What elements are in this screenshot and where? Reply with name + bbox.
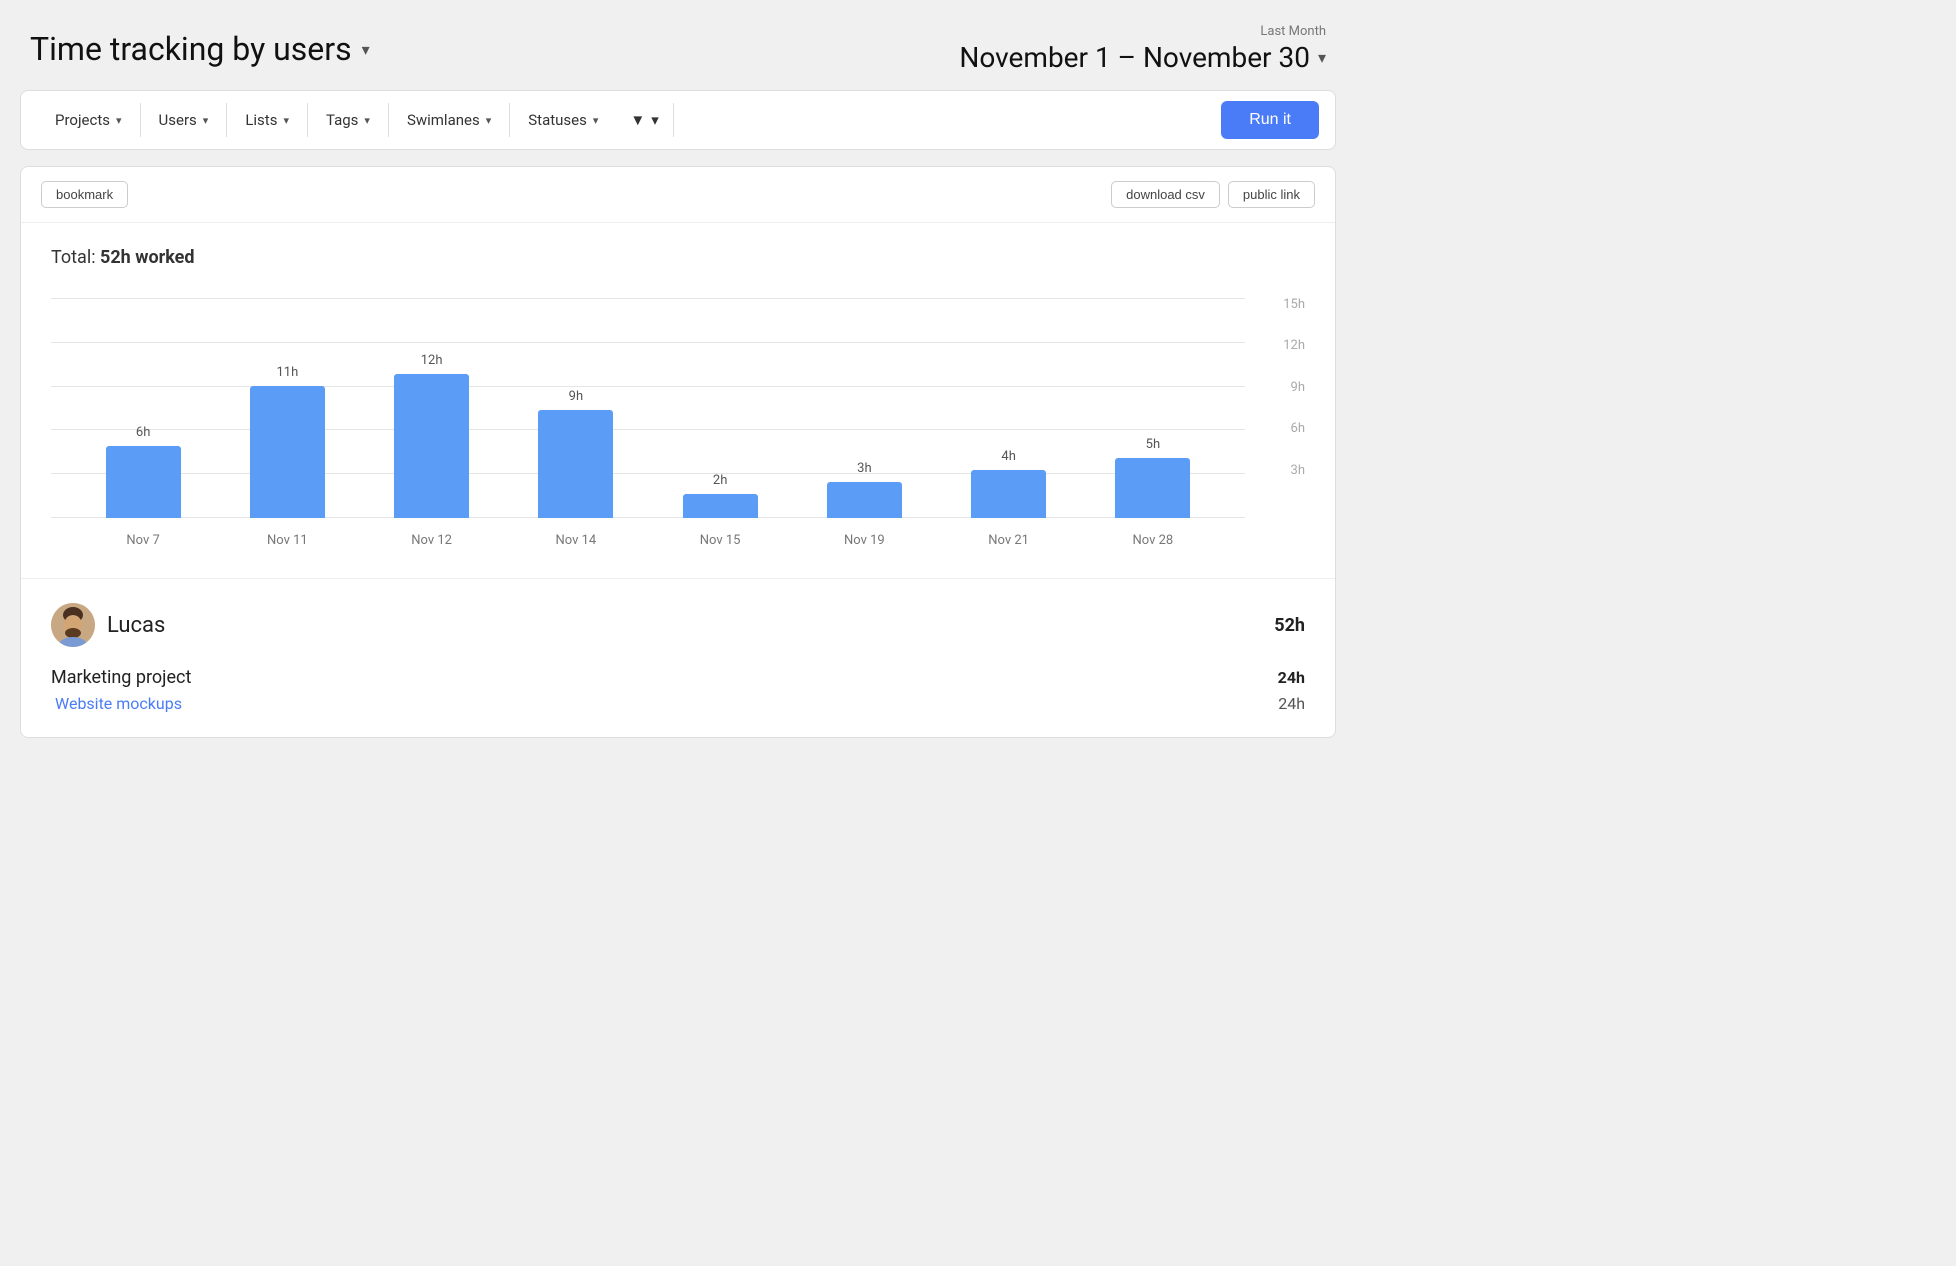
total-prefix: Total: [51, 247, 96, 268]
period-label: Last Month [959, 24, 1326, 39]
swimlanes-arrow: ▾ [486, 114, 492, 127]
project-hours: 24h [1278, 668, 1305, 687]
x-label: Nov 11 [215, 533, 359, 548]
bar [971, 470, 1046, 518]
y-axis: 15h 12h 9h 6h 3h 0h [1250, 298, 1305, 518]
x-label: Nov 12 [360, 533, 504, 548]
run-button[interactable]: Run it [1221, 101, 1319, 139]
bar-value-label: 6h [136, 425, 150, 440]
period-selector[interactable]: Last Month November 1 – November 30 ▾ [959, 24, 1326, 74]
bars-area: 6h 11h 12h 9h 2h 3h 4h 5h [51, 298, 1245, 518]
bar [106, 446, 181, 518]
x-labels: Nov 7Nov 11Nov 12Nov 14Nov 15Nov 19Nov 2… [51, 522, 1245, 558]
x-label: Nov 15 [648, 533, 792, 548]
filter-toolbar: Projects ▾ Users ▾ Lists ▾ Tags ▾ Swimla… [20, 90, 1336, 150]
bar [683, 494, 758, 518]
bar-value-label: 5h [1146, 437, 1160, 452]
advanced-filter[interactable]: ▼ ▾ [616, 103, 673, 137]
bar-chart: 15h 12h 9h 6h 3h 0h 6h 11h 12h 9h 2h 3h 4h 5h N… [51, 298, 1305, 558]
user-name: Lucas [107, 613, 165, 638]
statuses-label: Statuses [528, 111, 587, 129]
bookmark-button[interactable]: bookmark [41, 181, 128, 208]
x-label: Nov 14 [504, 533, 648, 548]
lists-filter[interactable]: Lists ▾ [227, 103, 308, 137]
bar-value-label: 4h [1001, 449, 1015, 464]
bar-group: 12h [360, 353, 504, 518]
users-label: Users [159, 111, 197, 129]
user-info: Lucas [51, 603, 165, 647]
bar [538, 410, 613, 518]
bar-group: 11h [215, 365, 359, 518]
projects-arrow: ▾ [116, 114, 122, 127]
task-row: Website mockups 24h [51, 694, 1305, 713]
swimlanes-label: Swimlanes [407, 111, 480, 129]
tags-arrow: ▾ [364, 114, 370, 127]
chart-section: Total: 52h worked 15h 12h 9h 6h 3h 0h [21, 223, 1335, 578]
x-label: Nov 28 [1081, 533, 1225, 548]
user-section: Lucas 52h Marketing project 24h Website … [21, 578, 1335, 737]
swimlanes-filter[interactable]: Swimlanes ▾ [389, 103, 510, 137]
tags-filter[interactable]: Tags ▾ [308, 103, 389, 137]
main-content-card: bookmark download csv public link Total:… [20, 166, 1336, 738]
public-link-button[interactable]: public link [1228, 181, 1315, 208]
projects-label: Projects [55, 111, 110, 129]
y-label-12: 12h [1283, 339, 1305, 352]
y-label-6: 6h [1291, 422, 1305, 435]
bar [1115, 458, 1190, 518]
users-filter[interactable]: Users ▾ [141, 103, 228, 137]
page-header: Time tracking by users ▾ Last Month Nove… [0, 0, 1356, 90]
statuses-arrow: ▾ [593, 114, 599, 127]
bar-value-label: 11h [276, 365, 298, 380]
project-row: Marketing project 24h [51, 667, 1305, 688]
y-label-9: 9h [1291, 381, 1305, 394]
bar-value-label: 3h [857, 461, 871, 476]
bar-group: 6h [71, 425, 215, 518]
projects-filter[interactable]: Projects ▾ [37, 103, 141, 137]
statuses-filter[interactable]: Statuses ▾ [510, 103, 616, 137]
action-bar-left: bookmark [41, 181, 128, 208]
y-label-15: 15h [1283, 298, 1305, 311]
user-total-hours: 52h [1274, 615, 1305, 636]
period-value[interactable]: November 1 – November 30 ▾ [959, 41, 1326, 74]
bar-group: 9h [504, 389, 648, 518]
task-name[interactable]: Website mockups [55, 694, 182, 713]
y-label-3: 3h [1291, 464, 1305, 477]
download-csv-button[interactable]: download csv [1111, 181, 1220, 208]
x-label: Nov 19 [792, 533, 936, 548]
bar [394, 374, 469, 518]
tags-label: Tags [326, 111, 358, 129]
bar-group: 4h [937, 449, 1081, 518]
title-dropdown-arrow[interactable]: ▾ [362, 40, 370, 59]
user-row: Lucas 52h [51, 603, 1305, 647]
bar-value-label: 9h [569, 389, 583, 404]
action-bar-right: download csv public link [1111, 181, 1315, 208]
bar-value-label: 12h [421, 353, 443, 368]
filter-icon: ▼ [630, 111, 645, 129]
bar [827, 482, 902, 518]
period-dropdown-arrow[interactable]: ▾ [1318, 48, 1326, 67]
lists-label: Lists [245, 111, 277, 129]
bar-value-label: 2h [713, 473, 727, 488]
bar-group: 3h [792, 461, 936, 518]
users-arrow: ▾ [203, 114, 209, 127]
project-name: Marketing project [51, 667, 191, 688]
task-hours: 24h [1278, 694, 1305, 713]
filter-arrow: ▾ [651, 111, 659, 129]
bar-group: 5h [1081, 437, 1225, 518]
page-title[interactable]: Time tracking by users ▾ [30, 30, 370, 68]
x-label: Nov 21 [937, 533, 1081, 548]
bar [250, 386, 325, 518]
period-text: November 1 – November 30 [959, 41, 1310, 74]
bar-group: 2h [648, 473, 792, 518]
avatar [51, 603, 95, 647]
action-bar: bookmark download csv public link [21, 167, 1335, 223]
x-label: Nov 7 [71, 533, 215, 548]
title-text: Time tracking by users [30, 30, 352, 68]
total-value: 52h worked [100, 247, 194, 268]
lists-arrow: ▾ [283, 114, 289, 127]
total-label: Total: 52h worked [51, 247, 1305, 268]
